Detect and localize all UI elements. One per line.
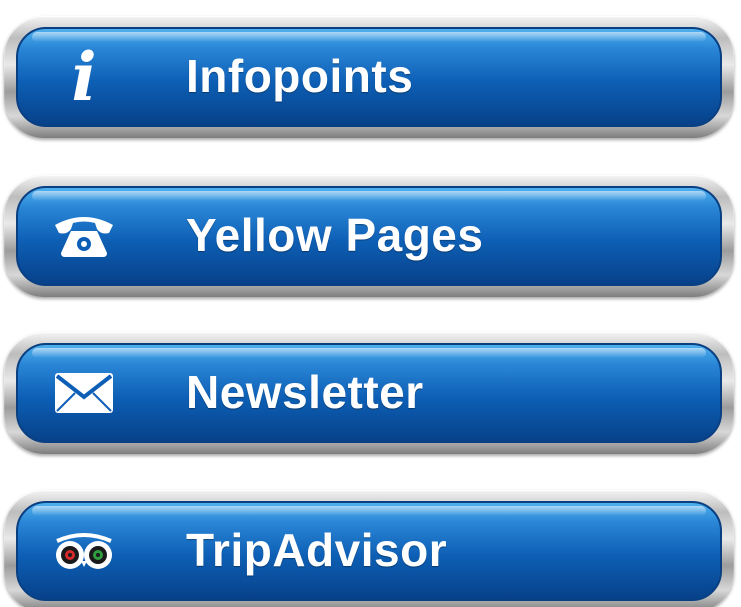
tripadvisor-button-face: TripAdvisor xyxy=(16,501,722,601)
menu-button-stack: i Infopoints Yellow Pages Newsletter Tri… xyxy=(0,0,741,607)
newsletter-label: Newsletter xyxy=(186,365,424,418)
info-icon: i xyxy=(71,38,97,116)
yellow-pages-button-face: Yellow Pages xyxy=(16,186,722,286)
newsletter-button-face: Newsletter xyxy=(16,343,722,443)
envelope-icon xyxy=(48,363,120,423)
telephone-icon xyxy=(48,206,120,266)
yellow-pages-button[interactable]: Yellow Pages xyxy=(4,175,734,297)
infopoints-label: Infopoints xyxy=(186,49,414,102)
tripadvisor-button[interactable]: TripAdvisor xyxy=(4,490,734,607)
yellow-pages-label: Yellow Pages xyxy=(186,208,484,261)
newsletter-button[interactable]: Newsletter xyxy=(4,332,734,454)
infopoints-button[interactable]: i Infopoints xyxy=(4,16,734,138)
infopoints-button-face: i Infopoints xyxy=(16,27,722,127)
tripadvisor-label: TripAdvisor xyxy=(186,523,448,576)
tripadvisor-owl-icon xyxy=(48,521,120,581)
